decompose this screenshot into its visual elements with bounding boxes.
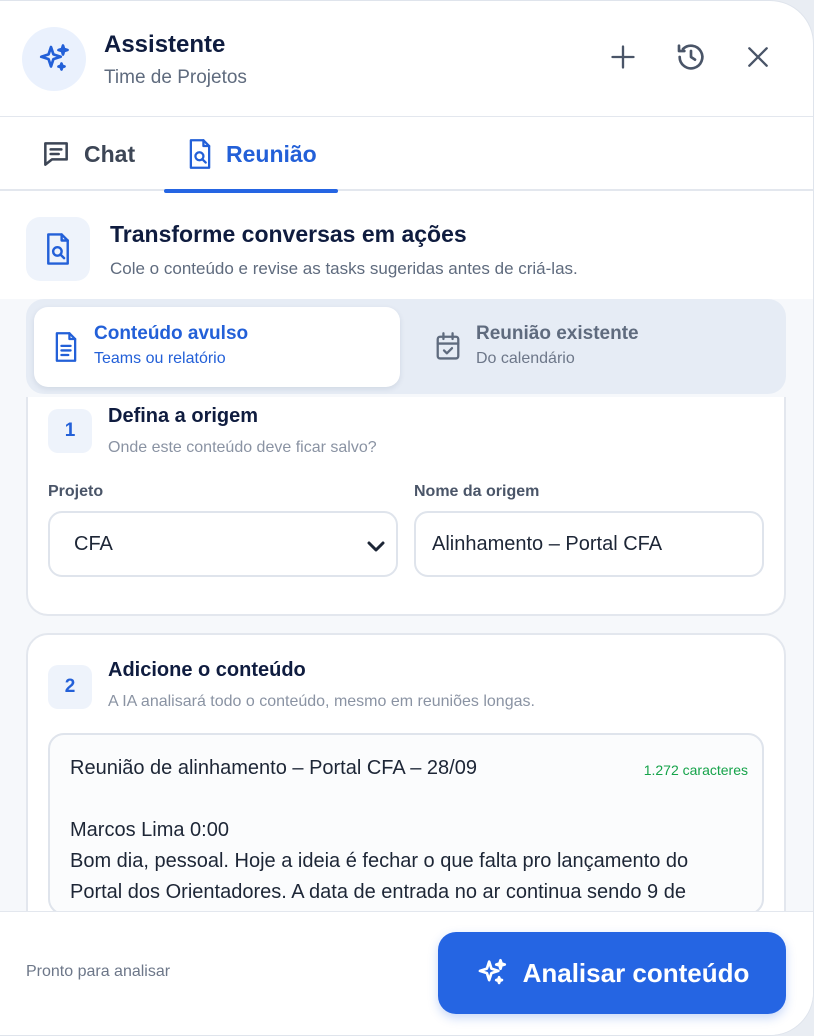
step-title: Adicione o conteúdo xyxy=(108,659,306,681)
status-text: Pronto para analisar xyxy=(26,963,171,980)
tab-reuniao-label: Reunião xyxy=(226,140,317,167)
plus-icon xyxy=(611,45,635,69)
origin-name-value: Alinhamento – Portal CFA xyxy=(432,532,663,555)
tab-bar: Chat Reunião xyxy=(0,117,813,193)
project-select-value: CFA xyxy=(74,532,113,555)
step-subtitle: Onde este conteúdo deve ficar salvo? xyxy=(108,439,377,456)
mode-switch: Conteúdo avulso Teams ou relatório Reuni… xyxy=(26,299,786,394)
intro-title: Transforme conversas em ações xyxy=(110,221,467,247)
history-button[interactable] xyxy=(669,35,713,79)
chevron-down-icon xyxy=(367,541,385,552)
step-origem-card: 1 Defina a origem Onde este conteúdo dev… xyxy=(26,397,786,616)
message-icon xyxy=(44,142,68,166)
document-icon xyxy=(55,332,77,362)
step-subtitle: A IA analisará todo o conteúdo, mesmo em… xyxy=(108,693,535,710)
content-text: Reunião de alinhamento – Portal CFA – 28… xyxy=(70,757,689,903)
mode-avulso-subtitle: Teams ou relatório xyxy=(94,350,226,367)
analyze-content-button[interactable]: Analisar conteúdo xyxy=(438,932,786,1014)
mode-existente-title: Reunião existente xyxy=(476,323,639,344)
sparkles-icon xyxy=(478,958,506,985)
new-conversation-button[interactable] xyxy=(601,35,645,79)
document-search-icon xyxy=(47,233,69,265)
history-icon xyxy=(677,44,704,70)
origin-name-input[interactable]: Alinhamento – Portal CFA xyxy=(414,511,764,577)
project-select[interactable]: CFA xyxy=(48,511,398,577)
step-title: Defina a origem xyxy=(108,405,259,427)
panel-header: Assistente Time de Projetos xyxy=(0,1,813,117)
sparkles-icon xyxy=(39,44,69,71)
assistant-subtitle: Time de Projetos xyxy=(104,67,247,88)
tab-reuniao[interactable]: Reunião xyxy=(164,117,338,193)
close-button[interactable] xyxy=(736,35,780,79)
assistant-avatar xyxy=(22,27,86,91)
character-count: 1.272 caracteres xyxy=(643,762,748,778)
intro-subtitle: Cole o conteúdo e revise as tasks sugeri… xyxy=(110,259,578,278)
mode-existente-subtitle: Do calendário xyxy=(476,350,575,367)
close-icon xyxy=(748,47,768,67)
calendar-check-icon xyxy=(436,332,460,360)
mode-avulso-title: Conteúdo avulso xyxy=(94,323,249,344)
document-search-icon xyxy=(189,139,211,169)
panel-footer: Pronto para analisar Analisar conteúdo xyxy=(0,911,813,1035)
project-label: Projeto xyxy=(48,483,104,500)
assistant-title: Assistente xyxy=(104,31,226,58)
step-conteudo-card: 2 Adicione o conteúdo A IA analisará tod… xyxy=(26,633,786,911)
step-number-badge: 1 xyxy=(48,409,92,453)
intro-icon-box xyxy=(26,217,90,281)
mode-reuniao-existente[interactable]: Reunião existente Do calendário xyxy=(416,307,782,387)
tab-chat[interactable]: Chat xyxy=(40,117,135,191)
mode-conteudo-avulso[interactable]: Conteúdo avulso Teams ou relatório xyxy=(34,307,400,387)
step-number-badge: 2 xyxy=(48,665,92,709)
tab-chat-label: Chat xyxy=(84,140,136,167)
content-scroll-area[interactable]: Conteúdo avulso Teams ou relatório Reuni… xyxy=(0,299,813,911)
content-textarea[interactable]: Reunião de alinhamento – Portal CFA – 28… xyxy=(48,733,764,911)
origin-name-label: Nome da origem xyxy=(414,483,540,500)
analyze-button-label: Analisar conteúdo xyxy=(522,957,750,988)
assistant-panel: Assistente Time de Projetos Chat Reunião xyxy=(0,0,814,1036)
